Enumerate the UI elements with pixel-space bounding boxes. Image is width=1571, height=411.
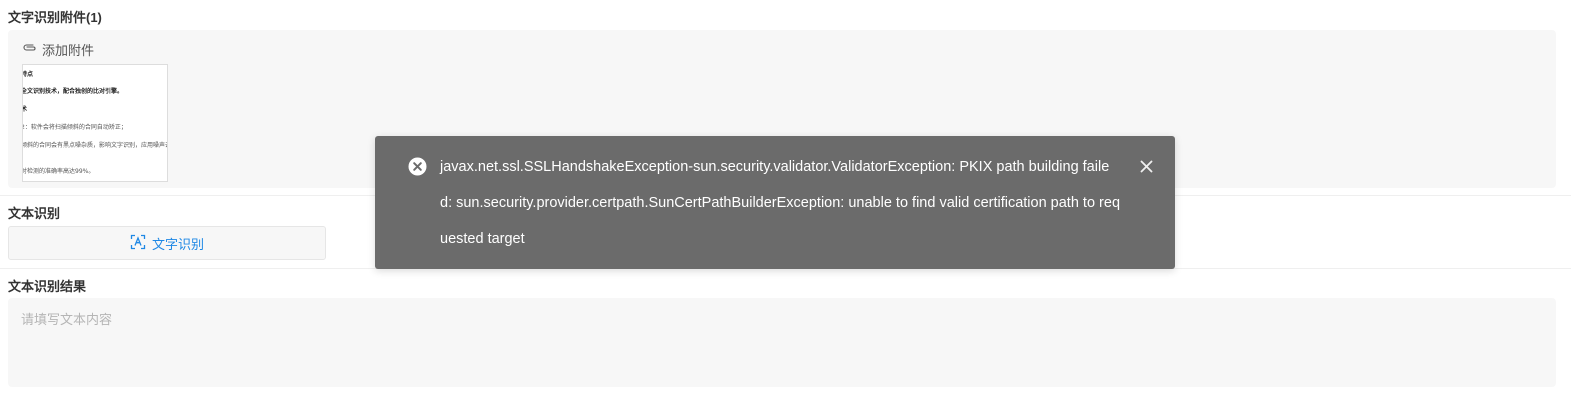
thumbnail-text-line: 全文识别技术，配合独创的比对引擎。 bbox=[22, 88, 124, 95]
scan-text-icon bbox=[130, 234, 146, 253]
thumbnail-text-line: 术 bbox=[23, 104, 27, 113]
ocr-button[interactable]: 文字识别 bbox=[8, 226, 326, 260]
error-circle-icon bbox=[408, 157, 427, 181]
ocr-button-label: 文字识别 bbox=[151, 236, 204, 252]
thumbnail-text-line: 倾斜的合同会有黑点噪杂质，影响文字识别，应用噪声去 bbox=[22, 142, 168, 149]
paperclip-icon bbox=[22, 42, 38, 57]
attachment-thumbnail[interactable]: 特点 全文识别技术，配合独创的比对引擎。 术 2：软件会将扫描倾斜的合同自动矫正… bbox=[22, 64, 168, 182]
result-section-title: 文本识别结果 bbox=[8, 279, 87, 294]
error-toast: javax.net.ssl.SSLHandshakeException-sun.… bbox=[375, 136, 1175, 269]
close-icon[interactable] bbox=[1140, 160, 1153, 178]
thumbnail-text-line: 对检测的准确率高达99%。 bbox=[22, 168, 95, 175]
attachments-title: 文字识别附件(1) bbox=[8, 10, 102, 25]
thumbnail-text-line: 2：软件会将扫描倾斜的合同自动矫正； bbox=[22, 124, 127, 131]
add-attachment-label: 添加附件 bbox=[42, 43, 95, 58]
result-text-input[interactable] bbox=[8, 298, 1556, 387]
add-attachment-button[interactable]: 添加附件 bbox=[22, 40, 94, 59]
toast-message: javax.net.ssl.SSLHandshakeException-sun.… bbox=[440, 159, 1121, 247]
thumbnail-text-line: 特点 bbox=[22, 71, 34, 78]
ocr-section-title: 文本识别 bbox=[8, 206, 61, 221]
